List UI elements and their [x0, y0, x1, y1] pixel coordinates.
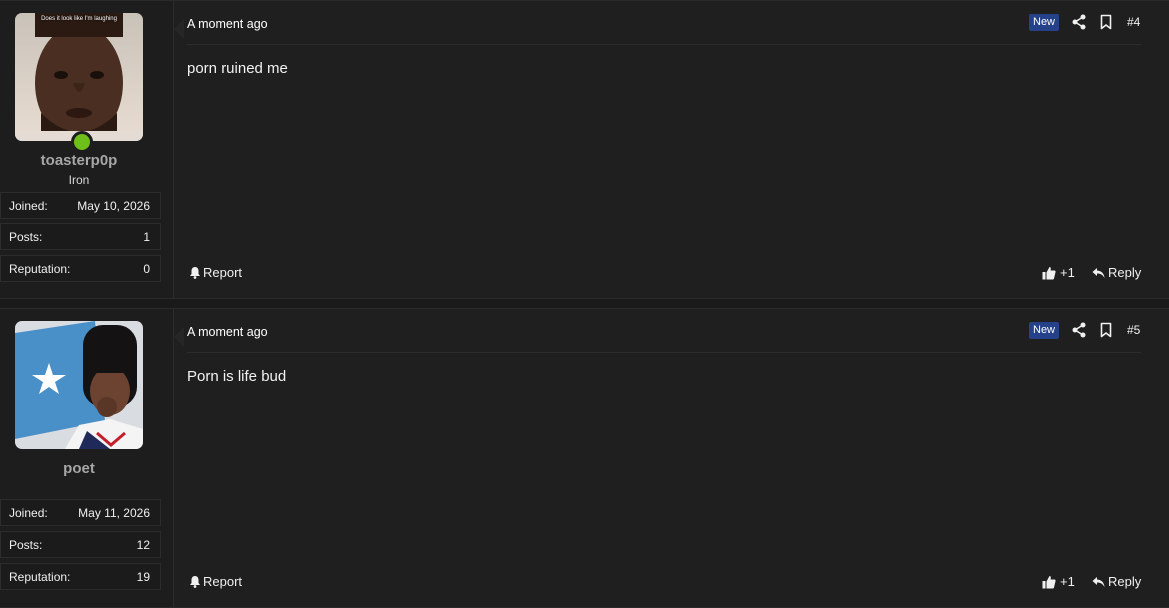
post-time[interactable]: A moment ago	[187, 325, 268, 339]
username[interactable]: toasterp0p	[0, 152, 158, 169]
stat-posts: Posts: 12	[0, 531, 161, 558]
bookmark-icon[interactable]	[1098, 14, 1114, 30]
stat-value: May 11, 2026	[78, 506, 150, 520]
reply-label: Reply	[1108, 265, 1142, 280]
like-count: +1	[1060, 574, 1075, 589]
avatar-caption: Does it look like I'm laughing	[41, 16, 117, 22]
stat-label: Posts:	[9, 538, 43, 552]
post-number-link[interactable]: #5	[1127, 323, 1140, 337]
stat-label: Reputation:	[9, 262, 71, 276]
new-badge: New	[1029, 322, 1060, 339]
post-message: Porn is life bud	[187, 368, 287, 385]
reply-label: Reply	[1108, 574, 1142, 589]
stat-value: 19	[136, 570, 150, 584]
stat-label: Reputation:	[9, 570, 71, 584]
post-message: porn ruined me	[187, 60, 288, 77]
thumbs-up-icon	[1042, 266, 1056, 279]
post-number-link[interactable]: #4	[1127, 15, 1140, 29]
report-button[interactable]: Report	[189, 265, 242, 280]
post-5: poet Joined: May 11, 2026 Posts: 12 Repu…	[0, 308, 1169, 608]
speech-arrow	[174, 19, 184, 39]
report-button[interactable]: Report	[189, 574, 242, 589]
share-icon[interactable]	[1071, 322, 1087, 338]
avatar-image: Does it look like I'm laughing	[15, 13, 143, 141]
report-label: Report	[203, 574, 243, 589]
stat-value: 12	[136, 538, 150, 552]
new-badge: New	[1029, 14, 1060, 31]
stat-value: May 10, 2026	[77, 199, 150, 213]
report-label: Report	[203, 265, 243, 280]
avatar[interactable]	[15, 321, 143, 449]
user-info: poet Joined: May 11, 2026 Posts: 12 Repu…	[0, 309, 174, 607]
speech-arrow	[174, 327, 184, 347]
like-button[interactable]: +1	[1042, 574, 1075, 589]
like-count: +1	[1060, 265, 1075, 280]
bell-icon	[190, 267, 200, 279]
stat-value: 0	[143, 262, 150, 276]
stat-joined: Joined: May 10, 2026	[0, 192, 161, 219]
stat-value: 1	[143, 230, 150, 244]
username[interactable]: poet	[0, 460, 158, 477]
reply-icon	[1092, 267, 1105, 278]
bookmark-icon[interactable]	[1098, 322, 1114, 338]
online-status-indicator	[71, 131, 93, 153]
post-4: Does it look like I'm laughing toasterp0…	[0, 0, 1169, 299]
stat-label: Joined:	[9, 506, 48, 520]
stat-posts: Posts: 1	[0, 223, 161, 250]
reply-button[interactable]: Reply	[1092, 265, 1141, 280]
stat-label: Joined:	[9, 199, 48, 213]
header-divider	[187, 44, 1141, 45]
like-button[interactable]: +1	[1042, 265, 1075, 280]
stat-reputation: Reputation: 19	[0, 563, 161, 590]
avatar-image	[15, 321, 143, 449]
bell-icon	[190, 576, 200, 588]
stat-label: Posts:	[9, 230, 43, 244]
user-rank: Iron	[68, 173, 90, 187]
stat-reputation: Reputation: 0	[0, 255, 161, 282]
reply-icon	[1092, 576, 1105, 587]
reply-button[interactable]: Reply	[1092, 574, 1141, 589]
share-icon[interactable]	[1071, 14, 1087, 30]
thumbs-up-icon	[1042, 575, 1056, 588]
stat-joined: Joined: May 11, 2026	[0, 499, 161, 526]
post-time[interactable]: A moment ago	[187, 17, 268, 31]
user-info: Does it look like I'm laughing toasterp0…	[0, 1, 174, 298]
avatar[interactable]: Does it look like I'm laughing	[15, 13, 143, 153]
header-divider	[187, 352, 1141, 353]
